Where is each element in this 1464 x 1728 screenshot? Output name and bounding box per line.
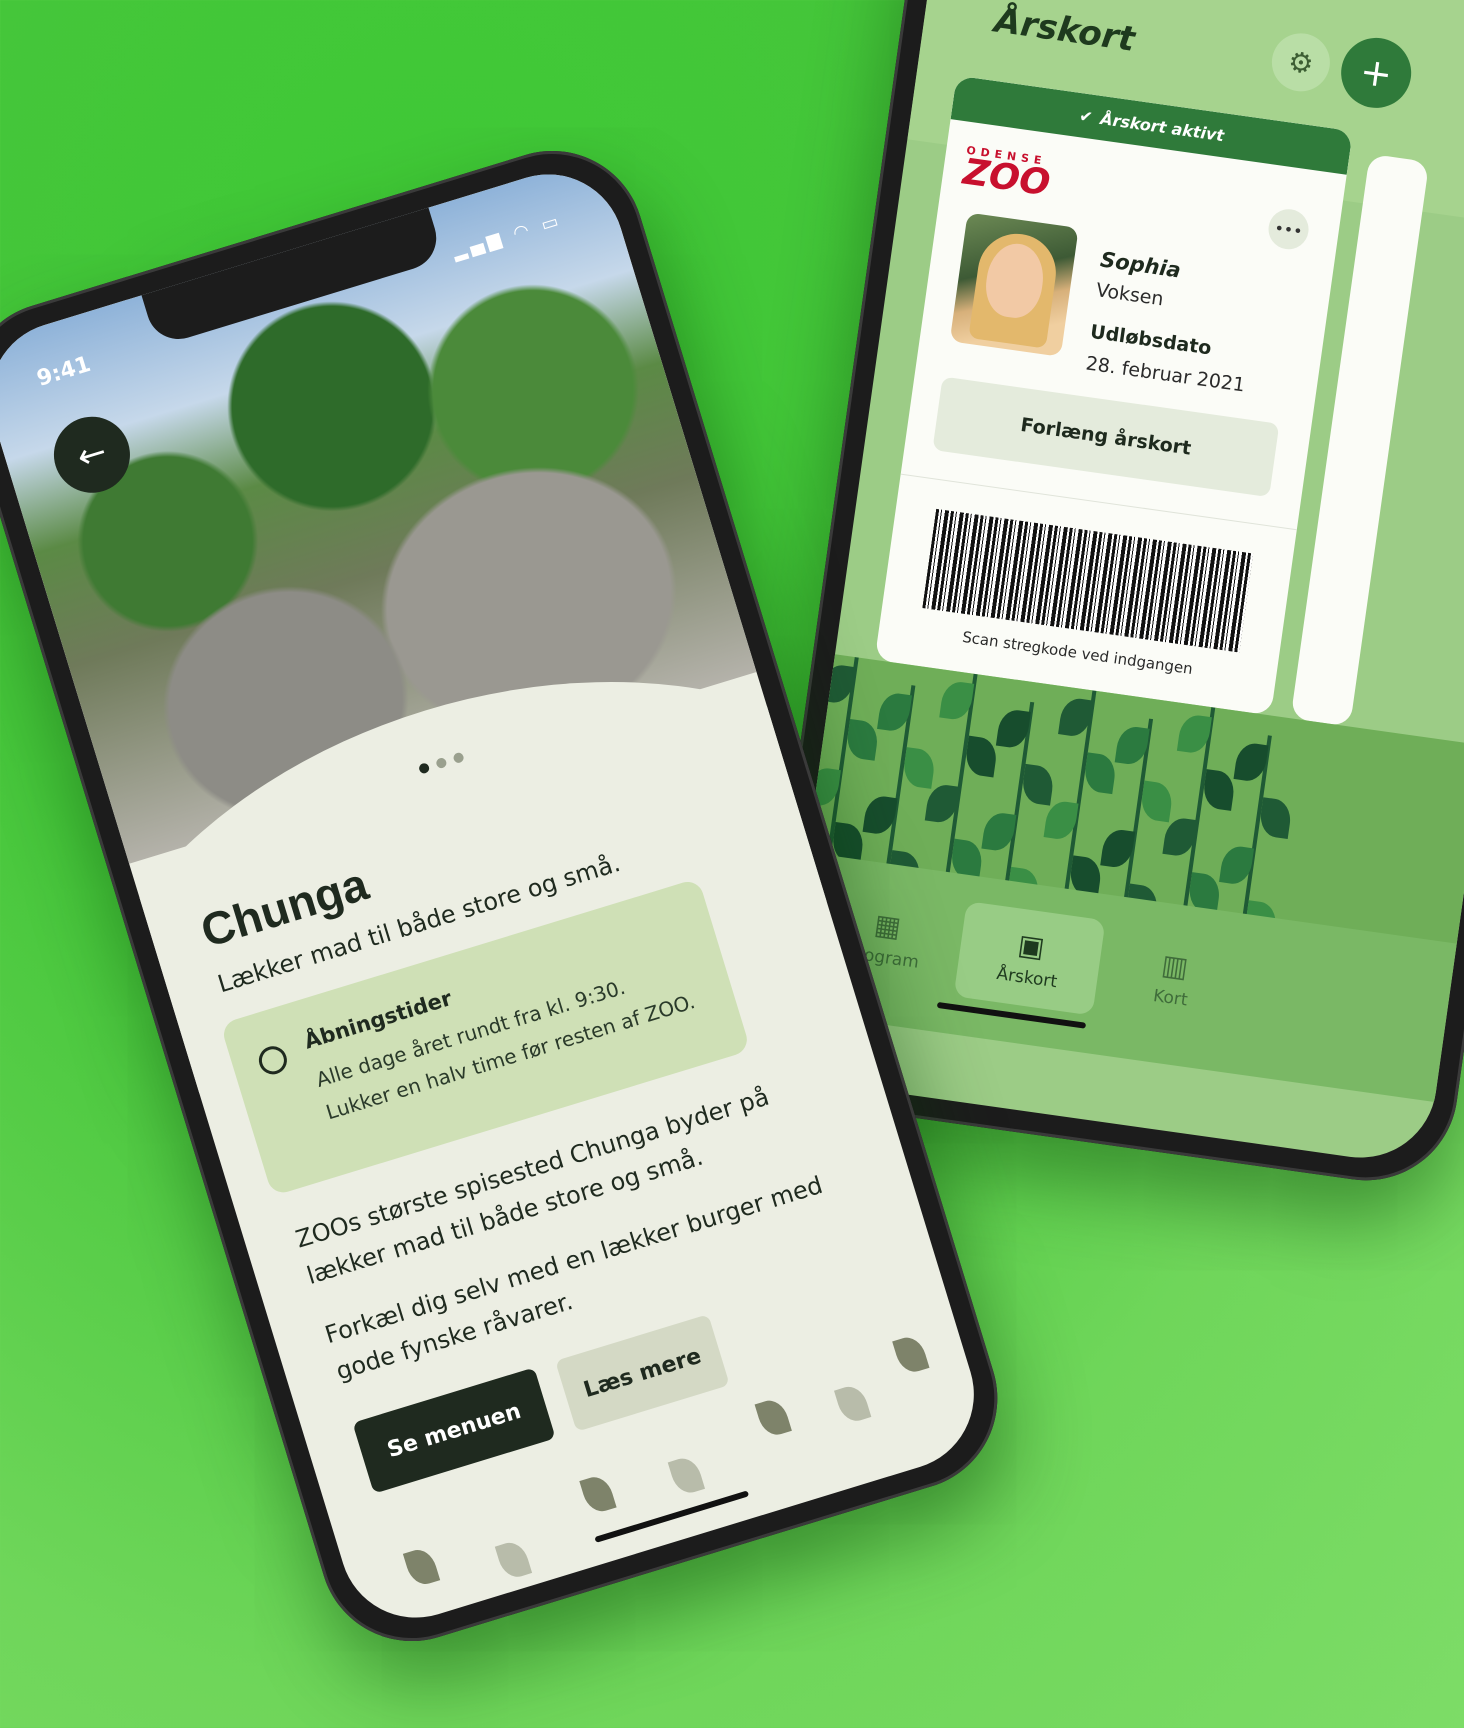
map-icon: ▥ (1159, 947, 1191, 984)
clock-icon (255, 1042, 291, 1078)
card-status-text: Årskort aktivt (1099, 108, 1226, 145)
expiry-label: Udløbsdato (1088, 320, 1213, 360)
annual-card: ✔ Årskort aktivt ODENSE ZOO ••• Sophia V… (874, 75, 1353, 716)
tab-arskort[interactable]: ▣ Årskort (953, 901, 1106, 1016)
leaf-shape (402, 1545, 441, 1589)
read-more-button[interactable]: Læs mere (555, 1314, 730, 1432)
leaf-shape (963, 735, 999, 778)
leaf-shape (1257, 797, 1293, 840)
card-more-button[interactable]: ••• (1265, 206, 1312, 252)
leaf-shape (834, 1382, 872, 1426)
tab-label: Årskort (995, 963, 1059, 992)
tab-kort[interactable]: ▥ Kort (1097, 921, 1249, 1036)
expiry-date: 28. februar 2021 (1084, 352, 1247, 397)
see-menu-button[interactable]: Se menuen (352, 1367, 556, 1494)
member-name: Sophia (1098, 247, 1183, 283)
annual-card-screen: Årskort ⚙ + ✔ Årskort aktivt ODENSE ZOO … (775, 0, 1464, 1168)
leaf-shape (494, 1538, 533, 1582)
tab-label: Kort (1152, 985, 1189, 1011)
id-card-icon: ▣ (1015, 927, 1047, 964)
restaurant-screen: 9:41 ▂▄▆ ◠ ▭ ← Chunga Lækker mad til båd… (0, 155, 993, 1637)
leaf-shape (1201, 769, 1237, 811)
leaf-shape (901, 747, 937, 789)
leaf-shape (754, 1396, 792, 1439)
home-indicator (594, 1490, 750, 1543)
leaf-shape (579, 1472, 617, 1516)
leaf-shape (667, 1454, 706, 1497)
leaf-shape (1020, 763, 1056, 806)
gear-icon: ⚙ (1286, 44, 1316, 81)
arrow-left-icon: ← (72, 431, 112, 479)
leaf-shape (1139, 780, 1175, 823)
leaf-shape (844, 718, 880, 761)
ellipsis-icon: ••• (1273, 217, 1304, 241)
renew-card-button[interactable]: Forlæng årskort (932, 376, 1280, 498)
check-circle-icon: ✔ (1078, 105, 1094, 127)
leaf-shape (1082, 752, 1118, 795)
odense-zoo-logo: ODENSE ZOO (960, 144, 1056, 205)
member-type: Voksen (1094, 279, 1165, 311)
leaf-shape (892, 1333, 930, 1376)
logo-main-text: ZOO (960, 151, 1053, 205)
avatar (949, 212, 1079, 357)
plus-icon: + (1357, 48, 1395, 97)
calendar-icon: ▦ (872, 907, 904, 944)
